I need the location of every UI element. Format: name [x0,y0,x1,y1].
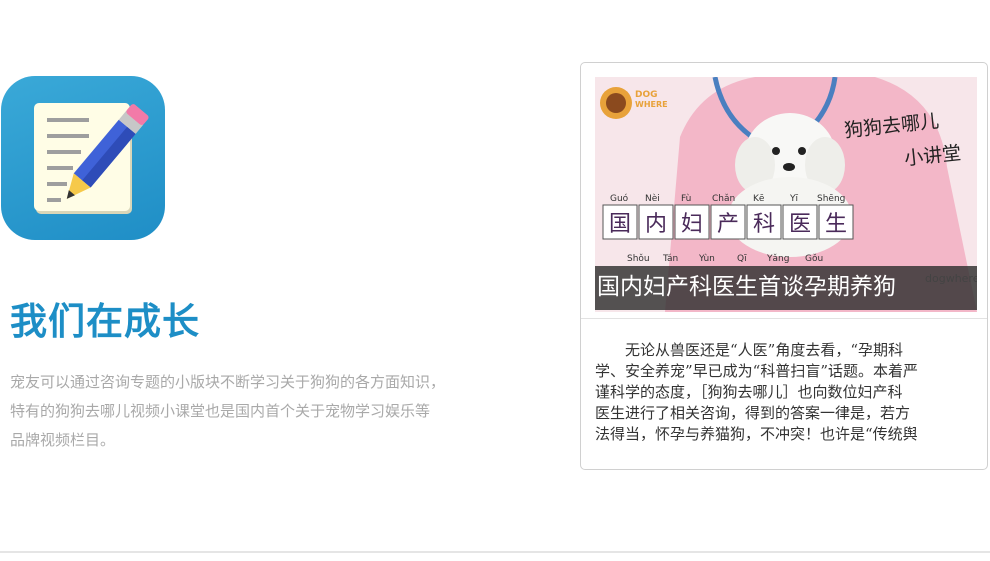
pinyin-label: Shēng [817,194,845,204]
character-tile: 生 [825,212,847,237]
video-card[interactable]: DOG WHERE 狗狗去哪儿 小讲堂 Guó Nèi Fù Chǎn Kē Y… [580,62,988,470]
pinyin-label: Yùn [698,254,715,264]
character-tile: 内 [645,212,667,237]
article-excerpt: 无论从兽医还是“人医”角度去看，“孕期科 学、安全养宠”早已成为“科普扫盲”话题… [595,340,975,444]
pinyin-label: Guó [610,193,629,204]
section-description: 宠友可以通过咨询专题的小版块不断学习关于狗狗的各方面知识， 特有的狗狗去哪儿视频… [10,368,530,455]
article-line: 医生进行了相关咨询，得到的答案一律是，若方 [595,404,911,422]
section-heading: 我们在成长 [10,300,200,343]
pinyin-label: Nèi [645,193,660,204]
footer-divider [0,551,990,553]
pinyin-label: Yī [789,194,798,204]
logo-text-dog: DOG [635,90,658,100]
pinyin-label: Fù [681,194,691,204]
pinyin-label: Kē [753,194,765,204]
logo-text-where: WHERE [635,100,668,109]
notepad-pencil-icon [34,103,149,214]
pinyin-label: Chǎn [712,194,735,204]
pinyin-label: Yǎng [766,254,789,264]
character-tile: 国 [609,212,631,237]
article-line: 谨科学的态度，［狗狗去哪儿］也向数位妇产科 [595,383,903,401]
character-tile: 科 [753,212,775,237]
article-line: 学、安全养宠”早已成为“科普扫盲”话题。本着严 [595,362,919,380]
pinyin-label: Tán [662,254,678,264]
video-caption: 国内妇产科医生首谈孕期养狗 [597,274,896,300]
pinyin-label: Qī [737,254,747,264]
description-line: 特有的狗狗去哪儿视频小课堂也是国内首个关于宠物学习娱乐等 [10,402,431,420]
character-tile: 医 [789,212,811,237]
article-line: 无论从兽医还是“人医”角度去看，“孕期科 [595,341,904,359]
video-thumbnail[interactable]: DOG WHERE 狗狗去哪儿 小讲堂 Guó Nèi Fù Chǎn Kē Y… [595,77,977,312]
character-tile: 产 [717,212,739,237]
video-caption-bar: 国内妇产科医生首谈孕期养狗 [595,266,977,310]
notes-app-icon [1,76,165,240]
card-divider [581,318,987,319]
pinyin-label: Gǒu [805,253,823,264]
pinyin-label: Shǒu [627,253,650,264]
article-line: 法得当，怀孕与养猫狗，不冲突！也许是“传统舆 [595,425,918,443]
character-tile: 妇 [681,212,703,237]
description-line: 品牌视频栏目。 [10,431,116,449]
description-line: 宠友可以通过咨询专题的小版块不断学习关于狗狗的各方面知识， [10,373,446,391]
